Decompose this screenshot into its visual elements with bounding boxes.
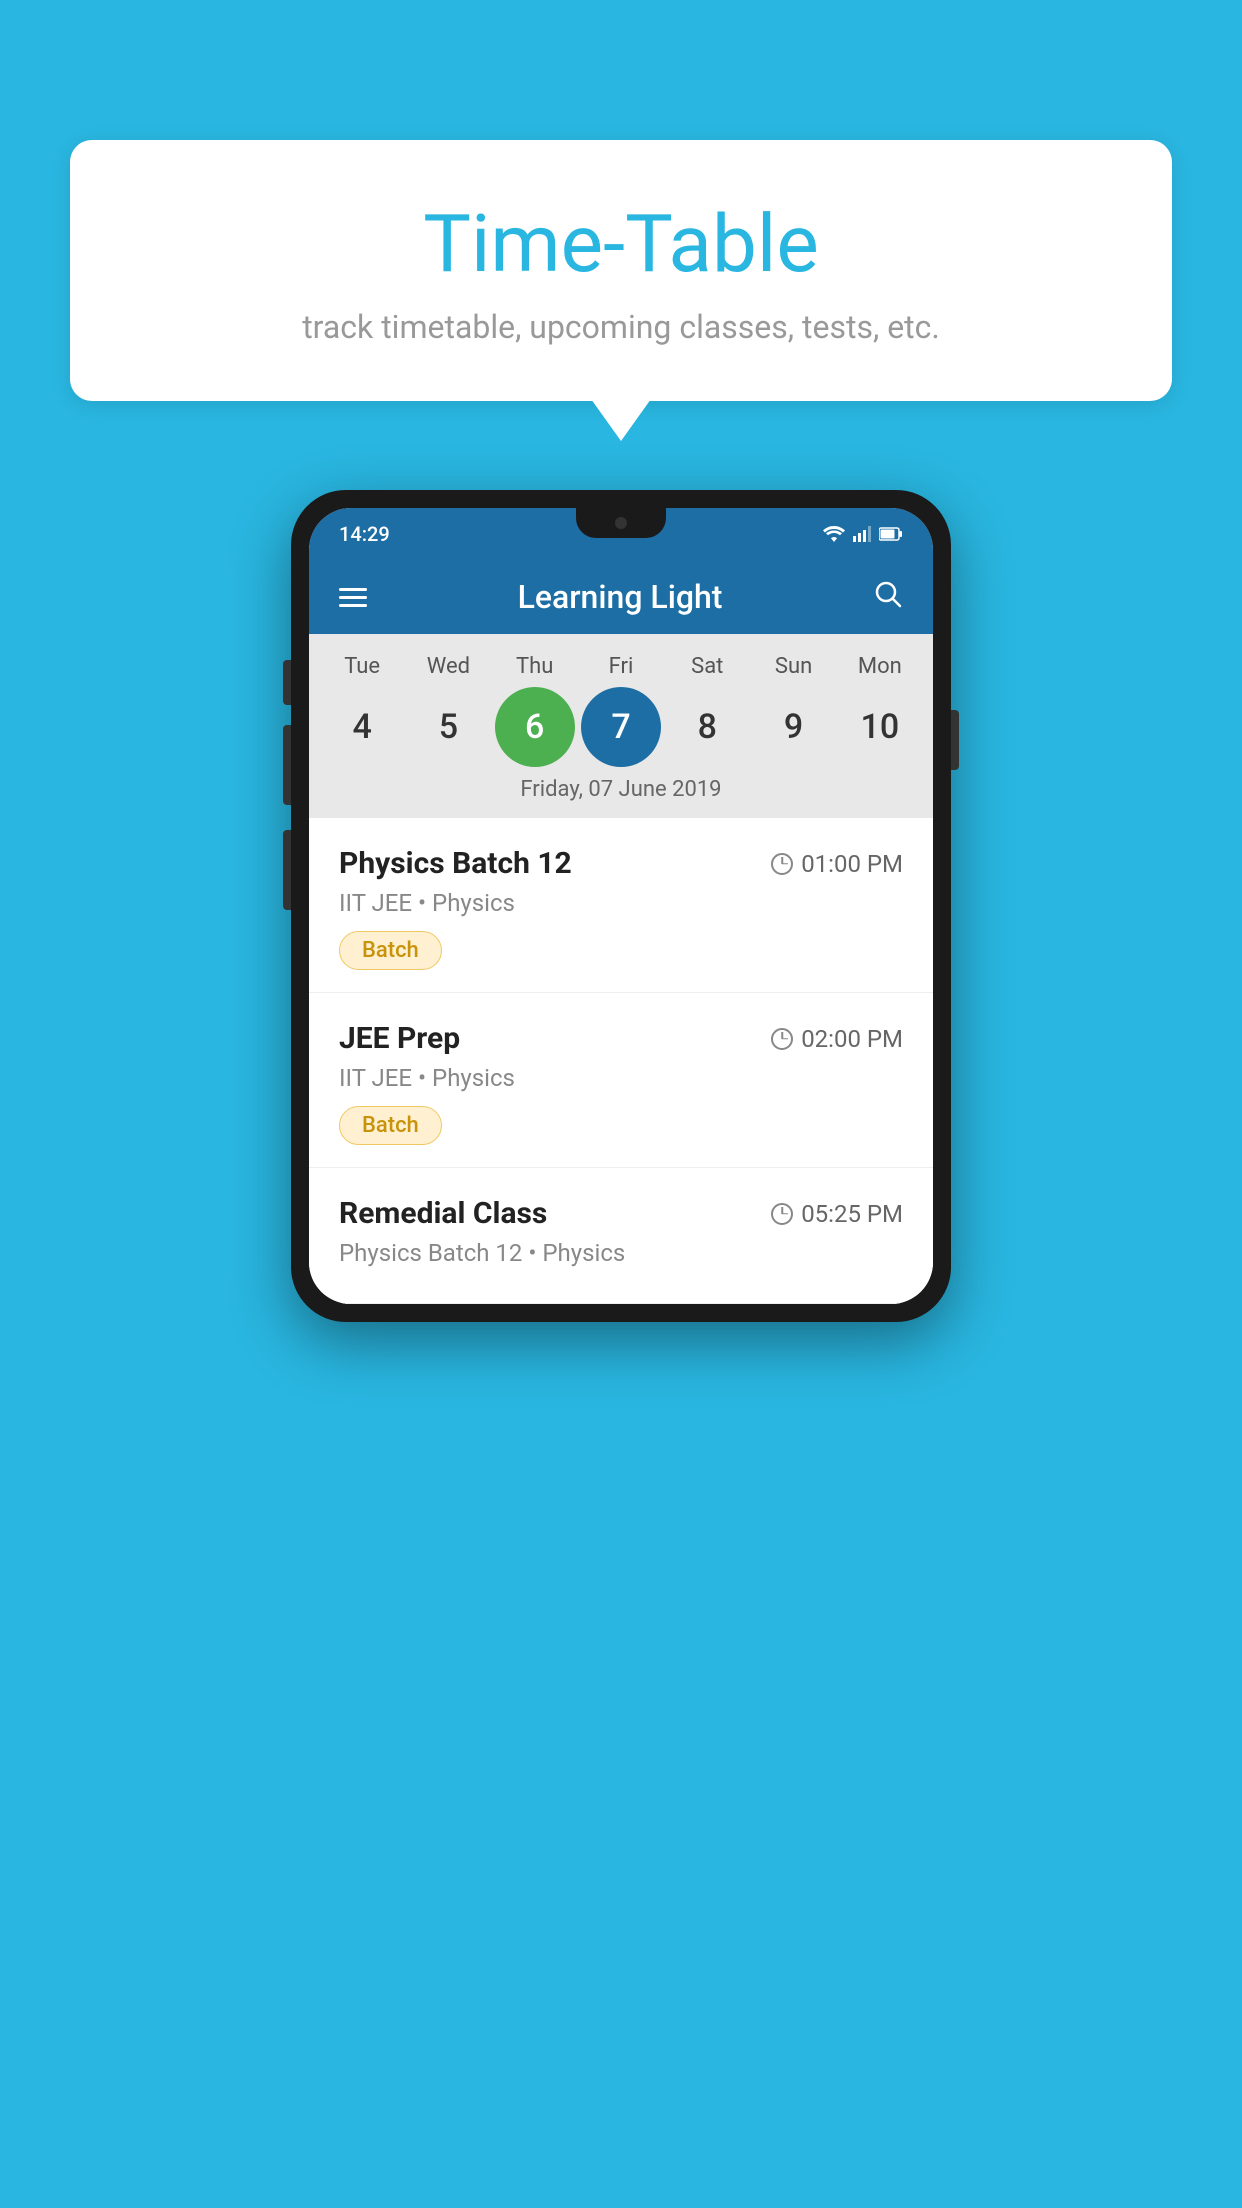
schedule-item-2-header: JEE Prep 02:00 PM — [339, 1021, 903, 1056]
schedule-item-physics-batch-12[interactable]: Physics Batch 12 01:00 PM IIT JEE • Phys… — [309, 818, 933, 993]
status-icons — [823, 526, 903, 542]
app-header: Learning Light — [309, 560, 933, 634]
calendar-strip: Tue Wed Thu Fri Sat Sun Mon 4 5 6 7 8 9 … — [309, 634, 933, 818]
phone-mockup: 14:29 — [291, 490, 951, 1322]
phone-vol-button1 — [283, 660, 291, 705]
selected-date-label: Friday, 07 June 2019 — [319, 767, 923, 808]
phone-container: 14:29 — [70, 490, 1172, 1322]
schedule-item-3-title: Remedial Class — [339, 1196, 547, 1231]
day-header-mon: Mon — [840, 654, 920, 679]
search-button[interactable] — [873, 579, 903, 616]
day-headers: Tue Wed Thu Fri Sat Sun Mon — [319, 654, 923, 679]
schedule-item-3-subtitle: Physics Batch 12 • Physics — [339, 1239, 903, 1267]
schedule-item-1-title: Physics Batch 12 — [339, 846, 572, 881]
wifi-icon — [823, 526, 845, 542]
day-header-fri: Fri — [581, 654, 661, 679]
time-label-1: 01:00 PM — [801, 850, 903, 878]
schedule-item-2-time: 02:00 PM — [771, 1025, 903, 1053]
calendar-day-6-today[interactable]: 6 — [495, 687, 575, 767]
phone-vol-button2 — [283, 725, 291, 805]
bubble-title: Time-Table — [120, 200, 1122, 288]
camera — [615, 517, 627, 529]
speech-bubble: Time-Table track timetable, upcoming cla… — [70, 140, 1172, 401]
time-label-2: 02:00 PM — [801, 1025, 903, 1053]
calendar-day-10[interactable]: 10 — [840, 687, 920, 767]
schedule-item-remedial-class[interactable]: Remedial Class 05:25 PM Physics Batch 12… — [309, 1168, 933, 1304]
calendar-day-4[interactable]: 4 — [322, 687, 402, 767]
schedule-list: Physics Batch 12 01:00 PM IIT JEE • Phys… — [309, 818, 933, 1304]
schedule-item-3-header: Remedial Class 05:25 PM — [339, 1196, 903, 1231]
calendar-day-7-selected[interactable]: 7 — [581, 687, 661, 767]
speech-bubble-container: Time-Table track timetable, upcoming cla… — [70, 140, 1172, 401]
schedule-item-1-subtitle: IIT JEE • Physics — [339, 889, 903, 917]
calendar-day-5[interactable]: 5 — [408, 687, 488, 767]
signal-icon — [853, 526, 871, 542]
day-numbers: 4 5 6 7 8 9 10 — [319, 687, 923, 767]
app-title: Learning Light — [518, 578, 723, 616]
status-bar: 14:29 — [309, 508, 933, 560]
schedule-item-1-header: Physics Batch 12 01:00 PM — [339, 846, 903, 881]
status-time: 14:29 — [339, 522, 390, 546]
clock-icon-1 — [771, 853, 793, 875]
batch-badge-1: Batch — [339, 931, 442, 970]
phone-power-button — [951, 710, 959, 770]
schedule-item-2-title: JEE Prep — [339, 1021, 460, 1056]
day-header-tue: Tue — [322, 654, 402, 679]
phone-screen: 14:29 — [309, 508, 933, 1304]
battery-icon — [879, 527, 903, 541]
day-header-thu: Thu — [495, 654, 575, 679]
hamburger-menu-icon[interactable] — [339, 588, 367, 607]
day-header-sun: Sun — [754, 654, 834, 679]
schedule-item-jee-prep[interactable]: JEE Prep 02:00 PM IIT JEE • Physics Batc… — [309, 993, 933, 1168]
search-icon — [873, 579, 903, 609]
phone-notch — [576, 508, 666, 538]
schedule-item-3-time: 05:25 PM — [771, 1200, 903, 1228]
clock-icon-2 — [771, 1028, 793, 1050]
batch-badge-2: Batch — [339, 1106, 442, 1145]
calendar-day-9[interactable]: 9 — [754, 687, 834, 767]
day-header-sat: Sat — [667, 654, 747, 679]
day-header-wed: Wed — [408, 654, 488, 679]
bubble-subtitle: track timetable, upcoming classes, tests… — [120, 308, 1122, 346]
calendar-day-8[interactable]: 8 — [667, 687, 747, 767]
clock-icon-3 — [771, 1203, 793, 1225]
schedule-item-2-subtitle: IIT JEE • Physics — [339, 1064, 903, 1092]
time-label-3: 05:25 PM — [801, 1200, 903, 1228]
phone-vol-button3 — [283, 830, 291, 910]
schedule-item-1-time: 01:00 PM — [771, 850, 903, 878]
